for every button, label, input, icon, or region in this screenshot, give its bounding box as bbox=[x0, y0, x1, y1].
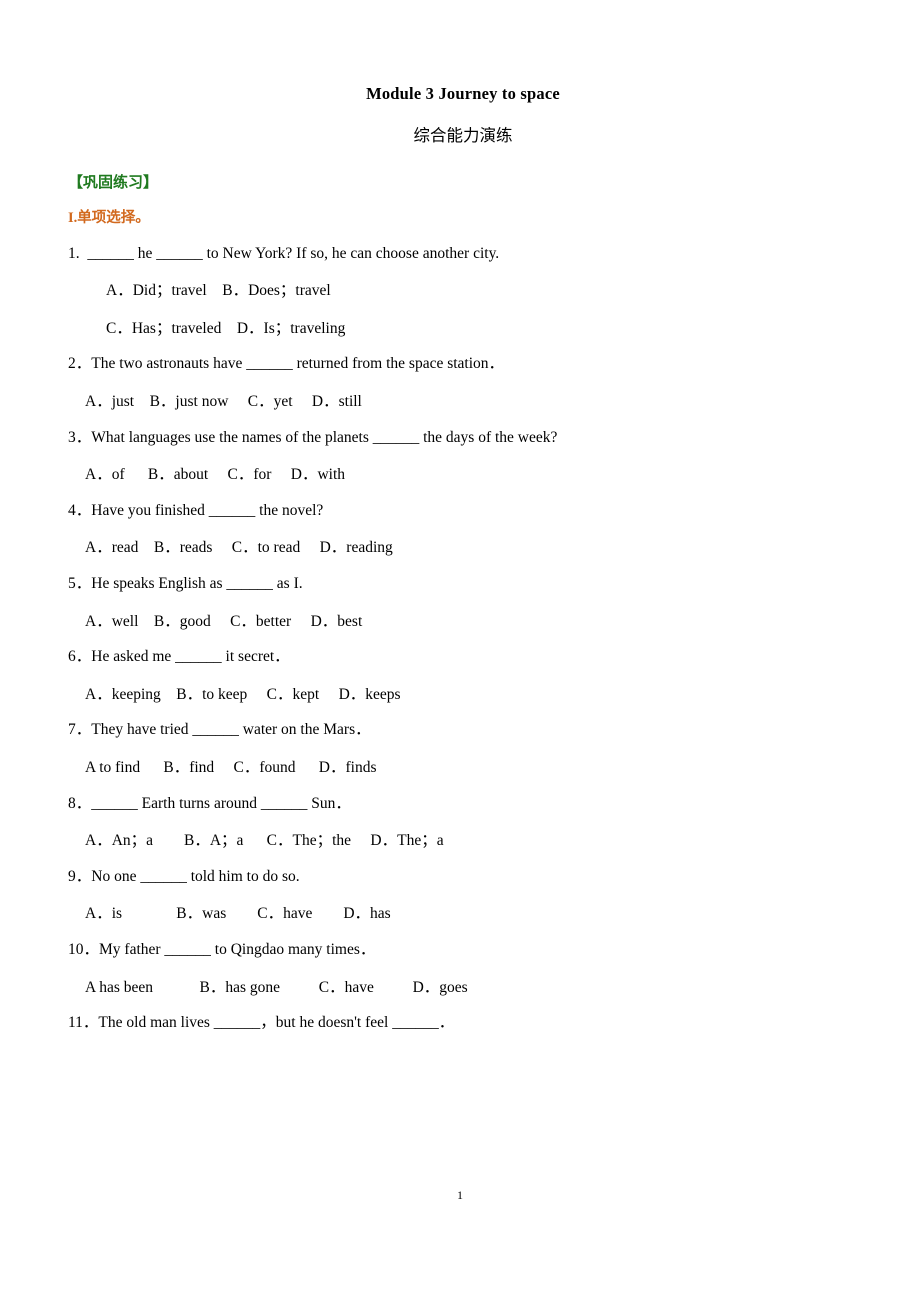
question-stem: 10．My father ______ to Qingdao many time… bbox=[68, 940, 376, 958]
question-stem: 4．Have you finished ______ the novel? bbox=[68, 501, 324, 519]
question-stem: 2．The two astronauts have ______ returne… bbox=[68, 355, 505, 373]
section-roman-label: 单项选择。 bbox=[77, 210, 150, 227]
question-stem: 1. ______ he ______ to New York? If so, … bbox=[68, 244, 500, 262]
section-roman-numeral: I. bbox=[68, 210, 78, 227]
question-stem: 11．The old man lives ______，but he doesn… bbox=[68, 1014, 455, 1032]
question-stem: 7．They have tried ______ water on the Ma… bbox=[68, 721, 371, 739]
document-page: Module 3 Journey to space 综合能力演练 【巩固练习】 … bbox=[0, 0, 920, 1302]
question-stem: 8．______ Earth turns around ______ Sun． bbox=[68, 794, 351, 812]
page-title: Module 3 Journey to space bbox=[366, 84, 560, 103]
question-options-line[interactable]: C．Has；traveled D．Is；traveling bbox=[68, 320, 852, 339]
document-content: Module 3 Journey to space 综合能力演练 【巩固练习】 … bbox=[68, 84, 852, 1033]
question-7: 7．They have tried ______ water on the Ma… bbox=[68, 721, 852, 777]
question-options-line[interactable]: A．just B．just now C．yet D．still bbox=[68, 393, 852, 412]
question-options-line[interactable]: A．of B．about C．for D．with bbox=[68, 466, 852, 485]
question-4: 4．Have you finished ______ the novel? A．… bbox=[68, 502, 852, 558]
question-stem: 3．What languages use the names of the pl… bbox=[68, 428, 558, 446]
question-stem: 5．He speaks English as ______ as I. bbox=[68, 574, 303, 592]
question-options-line[interactable]: A．is B．was C．have D．has bbox=[68, 905, 852, 924]
question-options-line[interactable]: A．read B．reads C．to read D．reading bbox=[68, 539, 852, 558]
page-subtitle: 综合能力演练 bbox=[413, 125, 513, 145]
question-options-line[interactable]: A．well B．good C．better D．best bbox=[68, 613, 852, 632]
question-1: 1. ______ he ______ to New York? If so, … bbox=[68, 245, 852, 339]
question-options-line[interactable]: A．Did；travel B．Does；travel bbox=[68, 282, 852, 301]
question-6: 6．He asked me ______ it secret． A．keepin… bbox=[68, 648, 852, 704]
page-number: 1 bbox=[457, 1188, 463, 1202]
section-header-practice: 【巩固练习】 bbox=[68, 173, 159, 192]
question-stem: 9．No one ______ told him to do so. bbox=[68, 867, 300, 885]
question-options-line[interactable]: A．keeping B．to keep C．kept D．keeps bbox=[68, 686, 852, 705]
question-options-line[interactable]: A．An；a B．A；a C．The；the D．The；a bbox=[68, 832, 852, 851]
question-options-line[interactable]: A has been B．has gone C．have D．goes bbox=[68, 979, 852, 998]
question-options-line[interactable]: A to find B．find C．found D．finds bbox=[68, 759, 852, 778]
question-8: 8．______ Earth turns around ______ Sun． … bbox=[68, 795, 852, 851]
question-stem: 6．He asked me ______ it secret． bbox=[68, 648, 290, 666]
question-5: 5．He speaks English as ______ as I. A．we… bbox=[68, 575, 852, 631]
question-10: 10．My father ______ to Qingdao many time… bbox=[68, 941, 852, 997]
question-2: 2．The two astronauts have ______ returne… bbox=[68, 355, 852, 411]
question-3: 3．What languages use the names of the pl… bbox=[68, 429, 852, 485]
question-11: 11．The old man lives ______，but he doesn… bbox=[68, 1014, 852, 1033]
question-9: 9．No one ______ told him to do so. A．is … bbox=[68, 868, 852, 924]
section-header-multiple-choice: I.单项选择。 bbox=[68, 210, 852, 227]
